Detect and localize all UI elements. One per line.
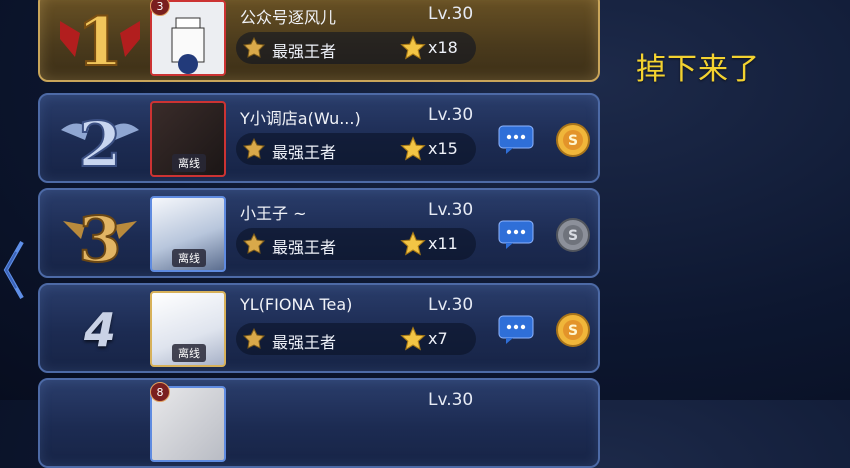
king-tier-icon — [242, 137, 266, 159]
svg-text:S: S — [568, 228, 578, 244]
player-name: 公众号逐风儿 — [240, 8, 337, 27]
player-level: Lv.30 — [428, 200, 474, 220]
rank-number: 3 — [78, 203, 121, 275]
rank-3-emblem: 3 — [50, 198, 150, 275]
king-tier-icon — [242, 232, 266, 254]
tier-name: 最强王者 — [272, 238, 337, 257]
star-icon — [400, 231, 426, 256]
player-level: Lv.30 — [428, 105, 474, 125]
tier-pill: 最强王者 x18 — [236, 32, 476, 64]
svg-text:S: S — [568, 323, 578, 339]
offline-tag: 离线 — [172, 344, 206, 362]
king-tier-icon — [242, 36, 266, 58]
coin-gift-icon[interactable]: S — [555, 217, 591, 253]
rank-4-emblem: 4 — [50, 293, 150, 367]
chat-bubble-icon[interactable] — [498, 125, 534, 155]
player-level: Lv.30 — [428, 4, 474, 24]
star-count: x7 — [428, 329, 448, 348]
tier-name: 最强王者 — [272, 333, 337, 352]
player-level: Lv.30 — [428, 390, 474, 410]
player-level: Lv.30 — [428, 295, 474, 315]
rank-number: 4 — [83, 303, 116, 357]
tier-pill: 最强王者 x11 — [236, 228, 476, 260]
leaderboard-row-3[interactable]: 3 离线 小王子 ~ Lv.30 最强王者 x11 S — [38, 188, 600, 278]
coin-gift-icon[interactable]: S — [555, 122, 591, 158]
leaderboard-row-2[interactable]: 2 离线 Y小调店a(Wu...) Lv.30 最强王者 x15 S — [38, 93, 600, 183]
svg-text:S: S — [568, 133, 578, 149]
leaderboard-row-5[interactable]: 8 Lv.30 — [38, 378, 600, 468]
player-level-badge: 8 — [150, 382, 170, 402]
tier-pill: 最强王者 x7 — [236, 323, 476, 355]
rank-number: 2 — [78, 108, 121, 180]
chat-bubble-icon[interactable] — [498, 315, 534, 345]
star-icon — [400, 326, 426, 351]
leaderboard-row-1[interactable]: 1 3 公众号逐风儿 Lv.30 最强王者 x18 — [38, 0, 600, 82]
chat-bubble-icon[interactable] — [498, 220, 534, 250]
overlay-caption: 掉下来了 — [636, 52, 760, 87]
player-name: 小王子 ~ — [240, 204, 307, 223]
king-tier-icon — [242, 327, 266, 349]
star-count: x15 — [428, 139, 458, 158]
star-count: x18 — [428, 38, 458, 57]
coin-gift-icon[interactable]: S — [555, 312, 591, 348]
chevron-left-icon[interactable] — [0, 238, 26, 302]
avatar[interactable]: 离线 — [150, 291, 226, 367]
avatar[interactable]: 离线 — [150, 101, 226, 177]
player-name: YL(FIONA Tea) — [240, 295, 353, 314]
rank-2-emblem: 2 — [50, 103, 150, 180]
offline-tag: 离线 — [172, 154, 206, 172]
offline-tag: 离线 — [172, 249, 206, 267]
tier-pill: 最强王者 x15 — [236, 133, 476, 165]
rank-number: 1 — [77, 3, 123, 79]
avatar[interactable]: 离线 — [150, 196, 226, 272]
leaderboard-row-4[interactable]: 4 离线 YL(FIONA Tea) Lv.30 最强王者 x7 S — [38, 283, 600, 373]
tier-name: 最强王者 — [272, 143, 337, 162]
star-count: x11 — [428, 234, 458, 253]
star-icon — [400, 136, 426, 161]
tier-name: 最强王者 — [272, 42, 337, 61]
player-name: Y小调店a(Wu...) — [240, 109, 361, 128]
star-icon — [400, 35, 426, 60]
rank-1-emblem: 1 — [50, 2, 150, 79]
